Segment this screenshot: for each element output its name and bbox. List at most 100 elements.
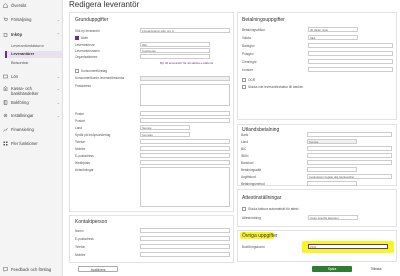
section-title: Betalningsuppgifter bbox=[242, 17, 285, 23]
bokforingskonto-select[interactable]: 2441 bbox=[308, 244, 388, 249]
sidebar-subitem-leverantorsfakturor[interactable]: Leverantörsfakturor bbox=[11, 44, 44, 48]
valuta-select[interactable]: SEK bbox=[308, 35, 358, 40]
sidebar-item-label: Feedback och förslag bbox=[11, 267, 52, 272]
bag-icon bbox=[3, 33, 8, 37]
checkbox-label: Aktiv bbox=[81, 36, 88, 40]
anteckningar-textarea[interactable] bbox=[140, 167, 230, 207]
sidebar-item-label: Inställningar bbox=[11, 113, 34, 118]
organisationsnr-input[interactable] bbox=[140, 54, 210, 59]
aktiv-checkbox[interactable] bbox=[75, 36, 79, 40]
bic-input[interactable] bbox=[307, 146, 392, 151]
field-label: Betalningssätt bbox=[241, 168, 262, 172]
postnr-input[interactable] bbox=[140, 111, 230, 116]
iban-input[interactable] bbox=[307, 153, 392, 158]
sidebar-subitem-leverantorer[interactable]: Leverantörer bbox=[11, 52, 34, 56]
betalningssatt-select[interactable] bbox=[307, 167, 357, 172]
sidebar-item-label: Inköp bbox=[11, 32, 23, 37]
field-label: Namn bbox=[75, 229, 84, 233]
sidebar-item-label: Översikt bbox=[11, 3, 27, 8]
main-content: Redigera leverantör Grunduppgifter Sök n… bbox=[64, 0, 400, 276]
betalningsvillkor-select[interactable]: 30 dagar netto bbox=[308, 27, 358, 32]
sidebar: Översikt Försäljning ⌄ Inköp ⌃ Leverantö… bbox=[0, 0, 63, 276]
bankkod-input[interactable] bbox=[307, 160, 392, 165]
checkbox-label: OCR bbox=[248, 78, 256, 82]
mobilnr-input[interactable] bbox=[140, 146, 230, 151]
field-label: Sök ny leverantör bbox=[75, 29, 100, 33]
grid-icon bbox=[3, 141, 8, 146]
clearingnr-input[interactable] bbox=[308, 59, 393, 64]
chevron-down-icon: ⌄ bbox=[56, 113, 60, 118]
deactivate-button[interactable]: Avaktivera bbox=[78, 266, 118, 272]
land-select[interactable]: Sverige bbox=[307, 139, 357, 144]
section-title: Attestinställningar bbox=[242, 195, 282, 201]
efaktura-link[interactable]: Byt till leverantör för att skicka e-fak… bbox=[160, 61, 214, 65]
chevron-down-icon: ⌄ bbox=[56, 17, 60, 22]
kontakt-namn-input[interactable] bbox=[140, 228, 230, 233]
bankgiro-input[interactable] bbox=[308, 43, 393, 48]
postadress-textarea[interactable] bbox=[140, 84, 230, 106]
kontonr-input[interactable] bbox=[308, 67, 393, 72]
land-select[interactable]: Sverige bbox=[140, 125, 190, 130]
betalningsmetod-select[interactable] bbox=[307, 181, 357, 186]
field-label: IBAN bbox=[241, 154, 249, 158]
chat-icon bbox=[3, 267, 8, 272]
attestordning-select[interactable]: Ingen specifik attestant bbox=[308, 215, 358, 220]
leverantorsnr-input[interactable]: 999 bbox=[140, 42, 210, 47]
konsument-checkbox[interactable] bbox=[75, 69, 79, 73]
attest-checkbox[interactable] bbox=[242, 207, 246, 211]
field-label: E-postadress bbox=[75, 154, 94, 158]
ocr-checkbox[interactable] bbox=[242, 78, 246, 82]
finance-icon bbox=[3, 127, 8, 132]
sprak-select[interactable]: Svenska bbox=[140, 132, 190, 137]
kontakt-telefon-input[interactable] bbox=[140, 244, 230, 249]
sidebar-subitem-bidsordrar[interactable]: Bidsordrar bbox=[11, 61, 29, 65]
sidebar-item-label: Finansiering bbox=[11, 127, 34, 132]
leverantorsnamn-input[interactable]: Testföretag bbox=[140, 48, 210, 53]
app-window: Översikt Försäljning ⌄ Inköp ⌃ Leverantö… bbox=[0, 0, 400, 276]
field-label: Land bbox=[241, 140, 249, 144]
bank-input[interactable] bbox=[307, 132, 392, 137]
field-label: Land bbox=[75, 126, 83, 130]
telefon-input[interactable] bbox=[140, 139, 230, 144]
grunduppgifter-card: Grunduppgifter Sök ny leverantör Företag… bbox=[69, 12, 234, 212]
section-title: Grunduppgifter bbox=[75, 17, 109, 23]
field-label: Telefon bbox=[75, 245, 86, 249]
page-title: Redigera leverantör bbox=[69, 0, 140, 9]
sidebar-item-kassa[interactable]: Kassa- och bankhändelser ⌄ bbox=[0, 86, 63, 96]
chevron-down-icon: ⌄ bbox=[56, 74, 60, 79]
kontakt-mobil-input[interactable] bbox=[140, 252, 230, 257]
avgiftskod-select[interactable]: Avsändaren betalar alla bankavgifter bbox=[307, 174, 392, 179]
field-label: Leverantörsnamn bbox=[75, 49, 100, 53]
skicka-inte-checkbox[interactable] bbox=[242, 85, 246, 89]
field-label: Valuta bbox=[242, 36, 251, 40]
epost-input[interactable] bbox=[140, 153, 230, 158]
field-label: Bankgiro bbox=[242, 44, 255, 48]
field-label: Avgiftskod bbox=[241, 175, 256, 179]
save-button[interactable]: Spara bbox=[312, 266, 352, 272]
konsument-konto-input[interactable] bbox=[140, 76, 230, 81]
field-label: Bankkod bbox=[241, 161, 254, 165]
field-label: Anteckningar bbox=[75, 168, 94, 172]
back-button[interactable]: Tillbaka bbox=[359, 266, 393, 272]
kontakt-epost-input[interactable] bbox=[140, 236, 230, 241]
field-label: Leverantörsnr bbox=[75, 43, 95, 47]
field-label: Organisationsnr bbox=[75, 55, 98, 59]
supplier-search-input[interactable]: Företagsnamn eller org nr bbox=[140, 28, 230, 33]
field-label: Mobilnr bbox=[75, 253, 86, 257]
webbplats-input[interactable] bbox=[140, 160, 230, 165]
book-icon bbox=[3, 100, 8, 105]
wallet-icon bbox=[3, 74, 8, 79]
field-label: Mobilnr bbox=[75, 147, 86, 151]
checkbox-label: Skicka inte leverantörsfaktur till banke… bbox=[248, 85, 304, 89]
plusgiro-input[interactable] bbox=[308, 51, 393, 56]
field-label: Webbplats bbox=[75, 161, 91, 165]
ovriga-card: Övriga uppgifter Bokföringskonto 2441 bbox=[237, 230, 397, 262]
field-label: Attestordning bbox=[242, 216, 261, 220]
sidebar-item-label: Fler funktioner bbox=[11, 141, 38, 146]
postort-input[interactable] bbox=[140, 118, 230, 123]
section-title: Kontaktperson bbox=[75, 219, 108, 225]
sidebar-item-label: Kassa- och bankhändelser bbox=[11, 86, 39, 96]
chevron-down-icon: ⌄ bbox=[56, 86, 60, 91]
field-label: Postadress bbox=[75, 84, 91, 88]
field-label: Konsumentkonto-leverantörskontor bbox=[75, 76, 125, 80]
